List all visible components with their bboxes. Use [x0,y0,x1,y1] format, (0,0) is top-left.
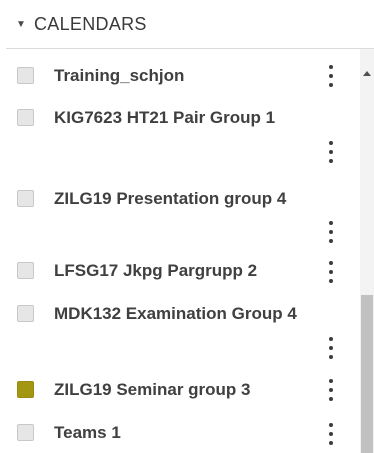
calendar-checkbox[interactable] [17,67,34,84]
kebab-menu-icon[interactable] [322,139,340,165]
section-title: CALENDARS [34,13,147,34]
caret-down-icon: ▼ [16,18,26,30]
kebab-menu-icon[interactable] [322,259,340,285]
calendar-checkbox[interactable] [17,424,34,441]
calendar-name: ZILG19 Seminar group 3 [54,380,251,399]
vertical-scrollbar[interactable] [360,49,374,453]
kebab-menu-icon[interactable] [322,421,340,447]
calendar-name: Teams 1 [54,423,121,442]
kebab-menu-icon[interactable] [322,335,340,361]
calendar-checkbox[interactable] [17,305,34,322]
kebab-menu-icon[interactable] [322,377,340,403]
calendar-name: LFSG17 Jkpg Pargrupp 2 [54,261,258,280]
calendars-section-header[interactable]: ▼ CALENDARS [0,0,374,48]
calendar-checkbox-checked[interactable] [17,381,34,398]
arrow-up-icon[interactable] [360,71,374,81]
calendar-name: KIG7623 HT21 Pair Group 1 [54,108,276,127]
calendars-panel: ▼ CALENDARS Training_schjon KIG7623 HT21… [0,0,374,453]
calendar-checkbox[interactable] [17,190,34,207]
kebab-menu-icon[interactable] [322,219,340,245]
scrollbar-thumb[interactable] [361,295,373,453]
calendar-checkbox[interactable] [17,262,34,279]
calendar-name: Training_schjon [54,66,185,85]
kebab-menu-icon[interactable] [322,63,340,89]
calendar-name: ZILG19 Presentation group 4 [54,189,287,208]
calendar-name: MDK132 Examination Group 4 [54,304,297,323]
calendar-checkbox[interactable] [17,109,34,126]
calendar-list: Training_schjon KIG7623 HT21 Pair Group … [0,49,360,453]
